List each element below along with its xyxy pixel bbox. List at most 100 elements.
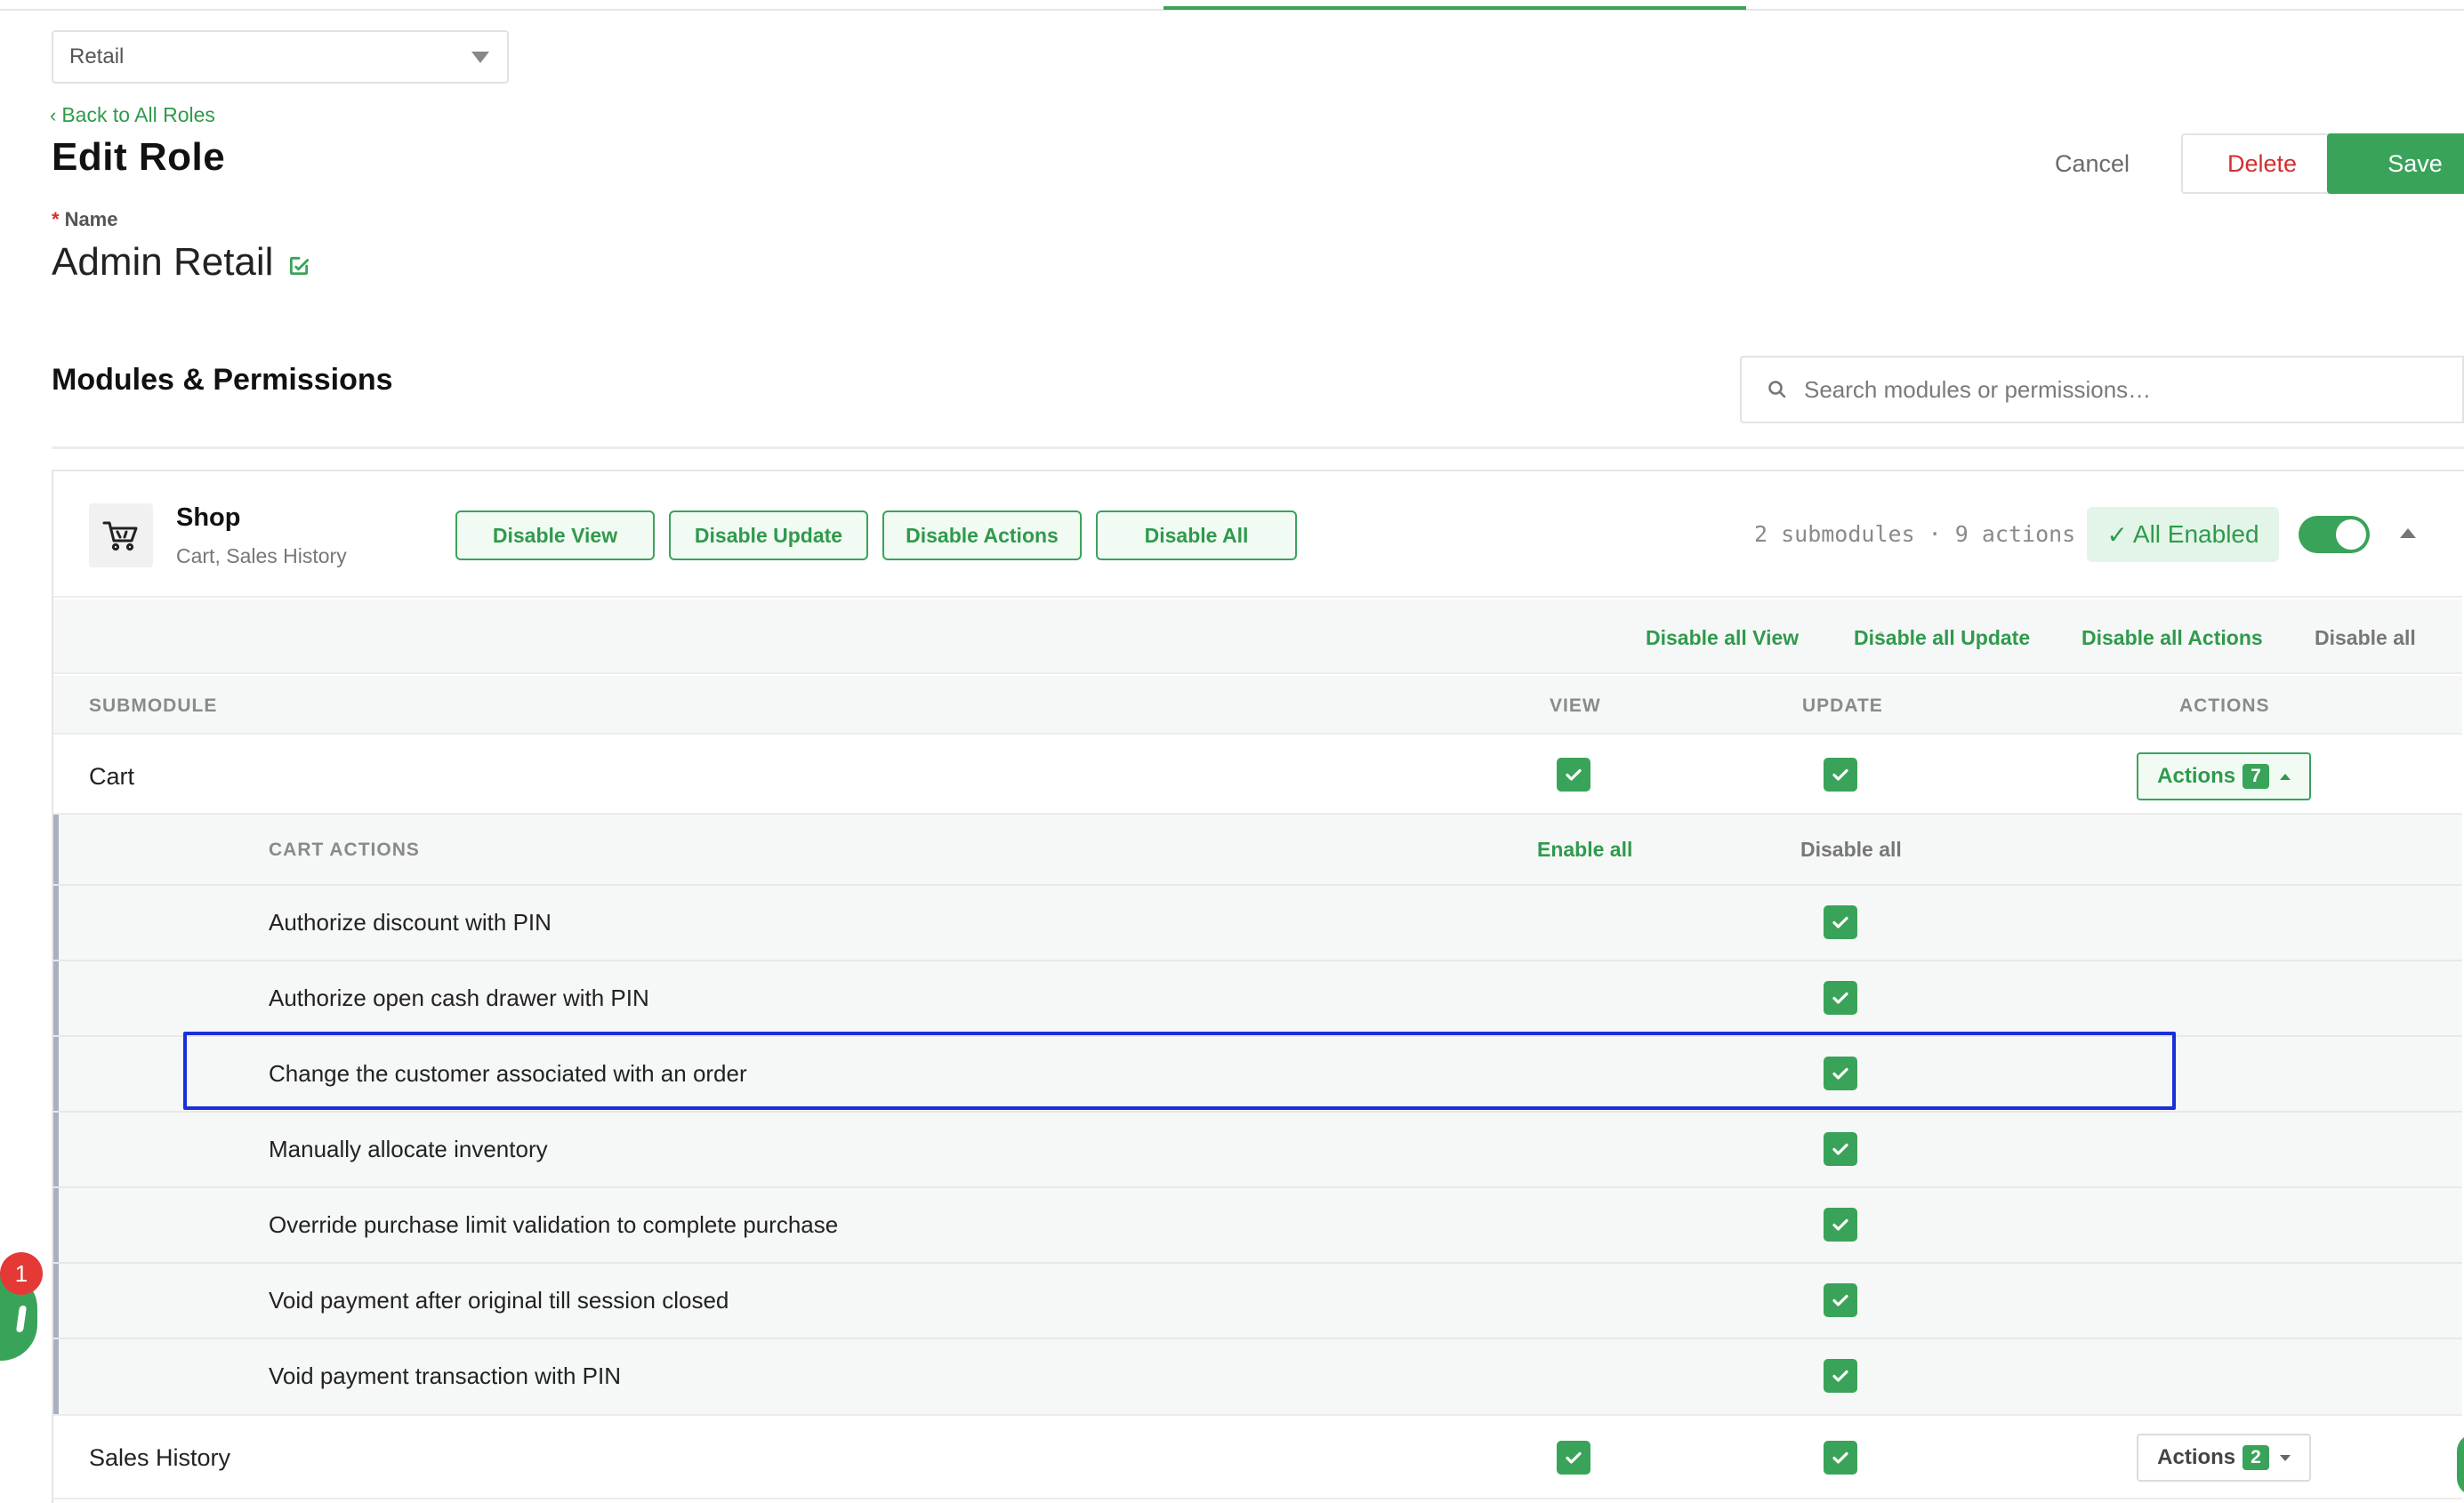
table-row-sales-history: Sales History Actions 2 [53, 1414, 2462, 1499]
module-counts: 2 submodules · 9 actions [1754, 521, 2076, 547]
section-divider [52, 446, 2464, 449]
cart-actions-header: CART ACTIONS Enable all Disable all [53, 815, 2462, 886]
active-tab-indicator [1164, 6, 1746, 10]
delete-button[interactable]: Delete [2181, 133, 2343, 194]
check-icon [1832, 768, 1848, 781]
disable-view-button[interactable]: Disable View [455, 510, 655, 560]
caret-down-icon [2279, 1454, 2291, 1461]
check-icon [1832, 992, 1848, 1004]
actions-count-badge: 7 [2243, 764, 2269, 789]
check-icon [1832, 1294, 1848, 1306]
actions-dropdown-button[interactable]: Actions 7 [2137, 752, 2311, 800]
column-header-actions: ACTIONS [2179, 695, 2270, 716]
list-item: Void payment transaction with PIN [53, 1339, 2462, 1415]
disable-actions-button[interactable]: Disable Actions [882, 510, 1082, 560]
store-select[interactable]: Retail [52, 30, 509, 84]
disable-all-link[interactable]: Disable all [2315, 626, 2416, 650]
chat-glyph [15, 1306, 28, 1332]
action-checkbox[interactable] [1824, 1208, 1857, 1242]
actions-label: Actions [2157, 1445, 2236, 1469]
status-badge-label: All Enabled [2132, 520, 2259, 548]
check-icon [1832, 1067, 1848, 1080]
module-header: Shop Cart, Sales History Disable View Di… [53, 471, 2462, 598]
bulk-actions-bar: Disable all View Disable all Update Disa… [53, 599, 2462, 674]
disable-all-update-link[interactable]: Disable all Update [1854, 626, 2030, 650]
edit-icon[interactable] [287, 254, 310, 277]
table-header: SUBMODULE VIEW UPDATE ACTIONS [53, 676, 2462, 735]
check-icon [1566, 768, 1582, 781]
module-title: Shop [176, 503, 241, 532]
action-label: Authorize discount with PIN [269, 909, 552, 936]
action-checkbox[interactable] [1824, 1359, 1857, 1393]
back-to-roles-link[interactable]: ‹ Back to All Roles [50, 103, 215, 127]
enable-all-link[interactable]: Enable all [1537, 838, 1632, 862]
role-name-value: Admin Retail [52, 240, 274, 284]
update-checkbox[interactable] [1824, 1441, 1857, 1475]
action-checkbox[interactable] [1824, 1132, 1857, 1166]
action-label: Void payment after original till session… [269, 1287, 729, 1314]
submodule-name: Sales History [89, 1444, 231, 1471]
check-icon [1832, 916, 1848, 928]
action-label: Authorize open cash drawer with PIN [269, 985, 649, 1011]
column-header-view: VIEW [1550, 695, 1601, 716]
cancel-button[interactable]: Cancel [2030, 135, 2154, 192]
list-item: Void payment after original till session… [53, 1264, 2462, 1339]
action-label: Override purchase limit validation to co… [269, 1211, 839, 1238]
actions-count-badge: 2 [2243, 1445, 2269, 1470]
view-checkbox[interactable] [1557, 1441, 1590, 1475]
cart-icon [89, 503, 153, 567]
caret-up-icon[interactable] [2400, 528, 2416, 538]
actions-dropdown-button[interactable]: Actions 2 [2137, 1434, 2311, 1482]
check-icon [1832, 1143, 1848, 1155]
required-marker: * [52, 208, 60, 230]
list-item: Change the customer associated with an o… [53, 1037, 2462, 1113]
cart-actions-panel: CART ACTIONS Enable all Disable all Auth… [53, 815, 2462, 1414]
notification-badge: 1 [0, 1252, 43, 1295]
chevron-down-icon [471, 52, 489, 63]
module-toggle[interactable] [2299, 516, 2370, 553]
save-button[interactable]: Save [2327, 133, 2464, 194]
check-icon: ✓ [2106, 520, 2128, 549]
column-header-submodule: SUBMODULE [89, 695, 218, 716]
module-subtitle: Cart, Sales History [176, 544, 347, 567]
caret-up-icon [2279, 773, 2291, 780]
actions-label: Actions [2157, 764, 2236, 788]
search-input[interactable] [1804, 375, 2338, 404]
disable-all-actions-link[interactable]: Disable all [1800, 838, 1902, 862]
page-title: Edit Role [52, 135, 226, 179]
submodule-name: Cart [89, 763, 135, 790]
check-icon [1566, 1451, 1582, 1464]
search-icon [1768, 381, 1786, 398]
column-header-update: UPDATE [1802, 695, 1883, 716]
action-label: Change the customer associated with an o… [269, 1060, 747, 1087]
store-select-value: Retail [69, 44, 125, 68]
disable-update-button[interactable]: Disable Update [669, 510, 868, 560]
check-icon [1832, 1218, 1848, 1231]
disable-all-view-link[interactable]: Disable all View [1646, 626, 1799, 650]
status-badge: ✓ All Enabled [2087, 507, 2279, 562]
section-title: Modules & Permissions [52, 363, 393, 397]
name-label-text: Name [64, 208, 118, 230]
action-checkbox[interactable] [1824, 1283, 1857, 1317]
update-checkbox[interactable] [1824, 758, 1857, 792]
check-icon [1832, 1370, 1848, 1382]
action-label: Void payment transaction with PIN [269, 1362, 621, 1389]
list-item: Authorize open cash drawer with PIN [53, 961, 2462, 1037]
table-row-cart: Cart Actions 7 [53, 736, 2462, 815]
disable-all-button[interactable]: Disable All [1096, 510, 1297, 560]
action-checkbox[interactable] [1824, 981, 1857, 1015]
list-item: Override purchase limit validation to co… [53, 1188, 2462, 1264]
search-box[interactable] [1740, 356, 2464, 423]
action-label: Manually allocate inventory [269, 1136, 548, 1162]
role-name: Admin Retail [52, 240, 310, 285]
back-link-label: Back to All Roles [61, 103, 215, 126]
check-icon [1832, 1451, 1848, 1464]
list-item: Authorize discount with PIN [53, 886, 2462, 961]
view-checkbox[interactable] [1557, 758, 1590, 792]
action-checkbox[interactable] [1824, 905, 1857, 939]
disable-all-actions-link[interactable]: Disable all Actions [2082, 626, 2263, 650]
cart-actions-title: CART ACTIONS [269, 840, 420, 860]
list-item: Manually allocate inventory [53, 1113, 2462, 1188]
action-checkbox[interactable] [1824, 1057, 1857, 1090]
toggle-knob [2336, 519, 2366, 550]
